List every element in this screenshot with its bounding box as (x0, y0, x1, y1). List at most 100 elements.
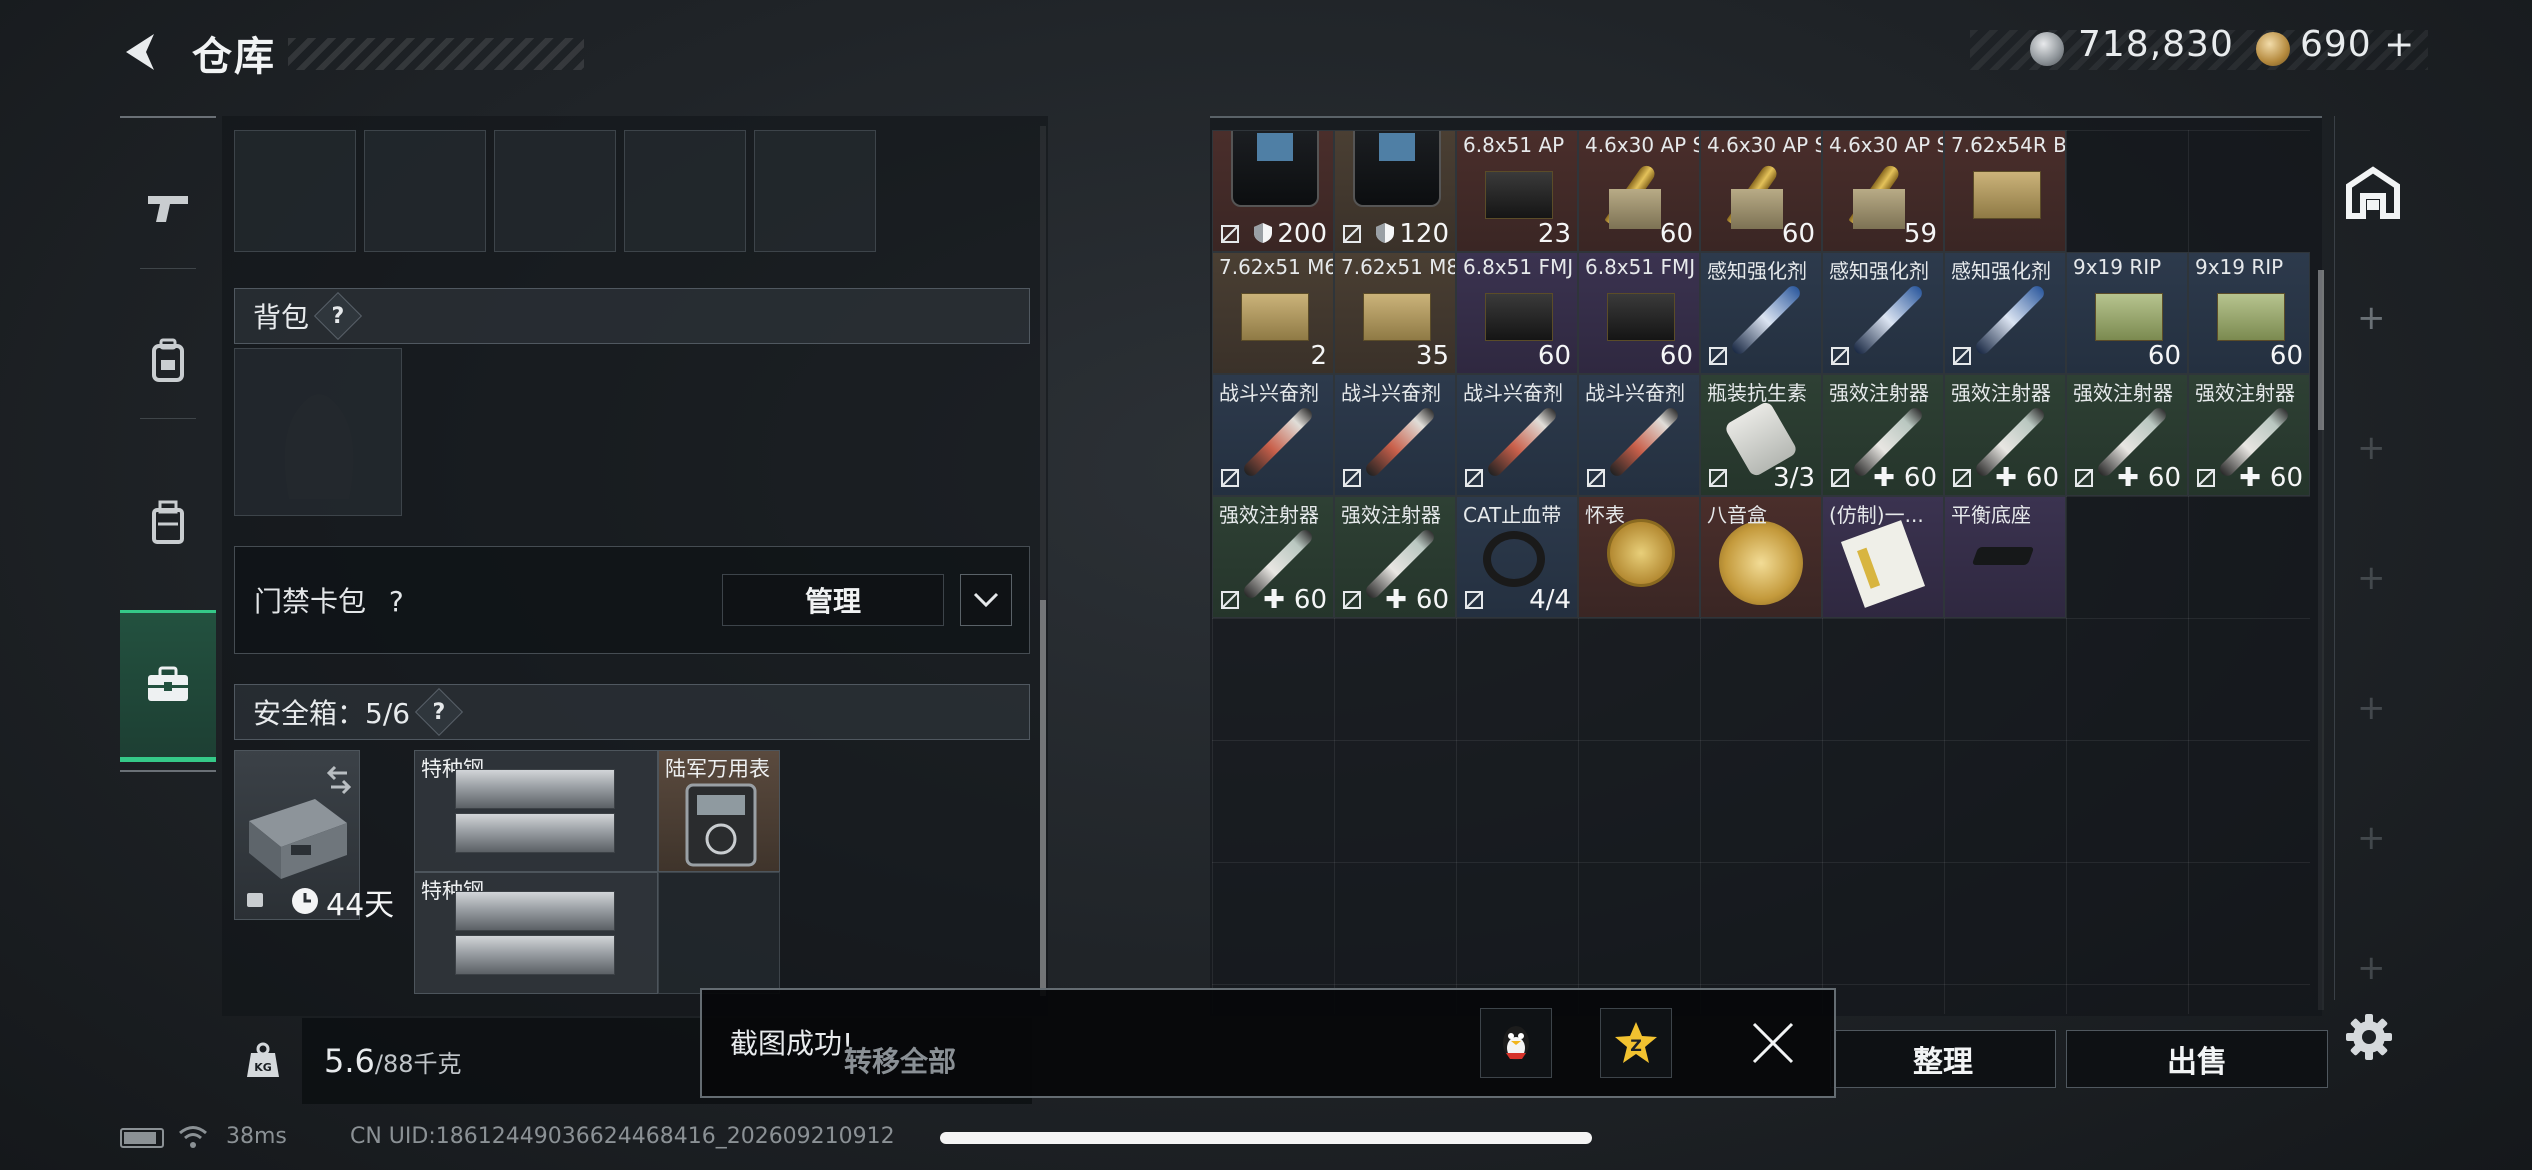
stash-item[interactable]: 7.62x51 M62 2 (1212, 252, 1334, 374)
silver-amount: 718,830 (2078, 24, 2234, 65)
stash-item[interactable]: 平衡底座 (1944, 496, 2066, 618)
syringe-icon (1485, 405, 1559, 479)
backpack-slot[interactable] (234, 348, 402, 516)
stash-item[interactable]: 9x19 RIP 60 (2188, 252, 2310, 374)
stash-item[interactable]: 战斗兴奋剂 (1578, 374, 1700, 496)
gold-amount[interactable]: 690 + (2300, 24, 2415, 65)
stash-item[interactable]: 7.62x54R BT (1944, 130, 2066, 252)
item-name: 强效注射器 (1951, 381, 2051, 405)
item-name: 强效注射器 (1829, 381, 1929, 405)
battery-icon (120, 1128, 164, 1148)
pocket-slot[interactable] (624, 130, 746, 252)
stash-item[interactable]: 4.6x30 AP SX 60 (1700, 130, 1822, 252)
ammo-box-icon (1363, 293, 1431, 341)
bound-item-icon (1707, 345, 1729, 367)
pocket-slot[interactable] (234, 130, 356, 252)
stash-item[interactable]: 感知强化剂 (1700, 252, 1822, 374)
add-page-icon[interactable]: + (2357, 558, 2386, 598)
stash-item[interactable]: 强效注射器 ✚ 60 (2188, 374, 2310, 496)
stash-item[interactable]: 战斗兴奋剂 (1334, 374, 1456, 496)
pocket-slot[interactable] (754, 130, 876, 252)
stash-item[interactable]: 战斗兴奋剂 (1456, 374, 1578, 496)
stash-item[interactable]: CAT止血带 4/4 (1456, 496, 1578, 618)
item-name: 7.62x51 M62 (1219, 255, 1333, 279)
bound-item-icon (1219, 467, 1241, 489)
stash-item[interactable]: 7.62x51 M80 35 (1334, 252, 1456, 374)
page-title: 仓库 (192, 34, 276, 80)
add-page-icon[interactable]: + (2357, 298, 2386, 338)
stash-item[interactable]: 9x19 RIP 60 (2066, 252, 2188, 374)
shield-icon (1376, 223, 1395, 243)
stash-item[interactable]: 八音盒 (1700, 496, 1822, 618)
backpack-help-button[interactable]: ? (313, 291, 363, 341)
share-qzone-button[interactable]: Z (1600, 1008, 1672, 1078)
stash-item[interactable]: (仿制)一... (1822, 496, 1944, 618)
pocket-slot[interactable] (494, 130, 616, 252)
stash-item[interactable]: 强效注射器 ✚ 60 (1212, 496, 1334, 618)
pocket-slot[interactable] (364, 130, 486, 252)
stash-home-icon[interactable] (2343, 164, 2403, 224)
settings-gear-icon[interactable] (2342, 1010, 2396, 1064)
ping-readout: 38ms (226, 1124, 287, 1149)
share-qq-button[interactable] (1480, 1008, 1552, 1078)
item-name: 战斗兴奋剂 (1585, 381, 1685, 405)
stash-item[interactable]: 强效注射器 ✚ 60 (1334, 496, 1456, 618)
stash-item[interactable]: 120 (1334, 130, 1456, 252)
tab-supplies[interactable] (120, 462, 216, 582)
stash-item[interactable]: 200 (1212, 130, 1334, 252)
item-name: 6.8x51 FMJ (1463, 255, 1574, 279)
keycard-help-button[interactable]: ? (389, 585, 404, 618)
back-arrow-icon[interactable] (118, 28, 166, 76)
stash-item[interactable]: 战斗兴奋剂 (1212, 374, 1334, 496)
item-count: 60 (1659, 341, 1693, 371)
add-page-icon[interactable]: + (2357, 948, 2386, 988)
stash-item[interactable]: 4.6x30 AP SX 60 (1578, 130, 1700, 252)
item-count: 200 (1253, 219, 1327, 249)
sell-button[interactable]: 出售 (2066, 1030, 2328, 1088)
close-icon[interactable] (1748, 1018, 1798, 1068)
add-page-icon[interactable]: + (2357, 428, 2386, 468)
transfer-all-button[interactable]: 转移全部 (844, 1040, 956, 1080)
tab-equipment[interactable] (120, 300, 216, 420)
item-name: 9x19 RIP (2195, 255, 2284, 279)
add-page-icon[interactable]: + (2357, 818, 2386, 858)
chevron-down-icon (973, 592, 999, 608)
item-count: ✚ 60 (1385, 585, 1449, 615)
item-name: 战斗兴奋剂 (1219, 381, 1319, 405)
tab-storage[interactable] (120, 610, 216, 762)
stash-item[interactable]: 强效注射器 ✚ 60 (1822, 374, 1944, 496)
stash-item[interactable]: 6.8x51 FMJ 60 (1578, 252, 1700, 374)
shield-icon (1254, 223, 1273, 243)
safebox-item[interactable]: 陆军万用表 (658, 750, 780, 872)
manage-button[interactable]: 管理 (722, 574, 944, 626)
stash-item[interactable]: 强效注射器 ✚ 60 (2066, 374, 2188, 496)
tab-weapons[interactable] (120, 148, 216, 268)
loadout-scroll-thumb[interactable] (1040, 600, 1046, 996)
safebox-empty-slot[interactable] (658, 872, 780, 994)
safebox-item[interactable]: 特种钢 (414, 750, 658, 872)
stash-item[interactable]: 6.8x51 AP 23 (1456, 130, 1578, 252)
gold-add-button[interactable]: + (2384, 24, 2415, 65)
safebox-item[interactable]: 特种钢 (414, 872, 658, 994)
add-page-icon[interactable]: + (2357, 688, 2386, 728)
item-name: 感知强化剂 (1829, 259, 1929, 283)
pocket-watch-icon (1607, 519, 1675, 587)
ammo-box-icon (1485, 171, 1553, 219)
stash-item[interactable]: 6.8x51 FMJ 60 (1456, 252, 1578, 374)
home-indicator[interactable] (940, 1132, 1592, 1144)
bound-item-icon (1341, 223, 1363, 245)
keycard-expand-button[interactable] (960, 574, 1012, 626)
stash-item[interactable]: 4.6x30 AP SX 59 (1822, 130, 1944, 252)
heal-plus-icon: ✚ (1995, 463, 2026, 493)
stash-item[interactable]: 怀表 (1578, 496, 1700, 618)
ammo-box-icon (1853, 189, 1905, 229)
weight-readout: 5.6/88千克 (324, 1042, 462, 1080)
stash-item[interactable]: 感知强化剂 (1944, 252, 2066, 374)
stash-item[interactable]: 强效注射器 ✚ 60 (1944, 374, 2066, 496)
stash-item[interactable]: 瓶装抗生素 3/3 (1700, 374, 1822, 496)
stash-page-column: + + + + + + (2334, 116, 2410, 1000)
sort-button[interactable]: 整理 (1830, 1030, 2056, 1088)
stash-item[interactable]: 感知强化剂 (1822, 252, 1944, 374)
safebox-help-button[interactable]: ? (415, 687, 464, 737)
stash-scroll-thumb[interactable] (2318, 270, 2324, 430)
